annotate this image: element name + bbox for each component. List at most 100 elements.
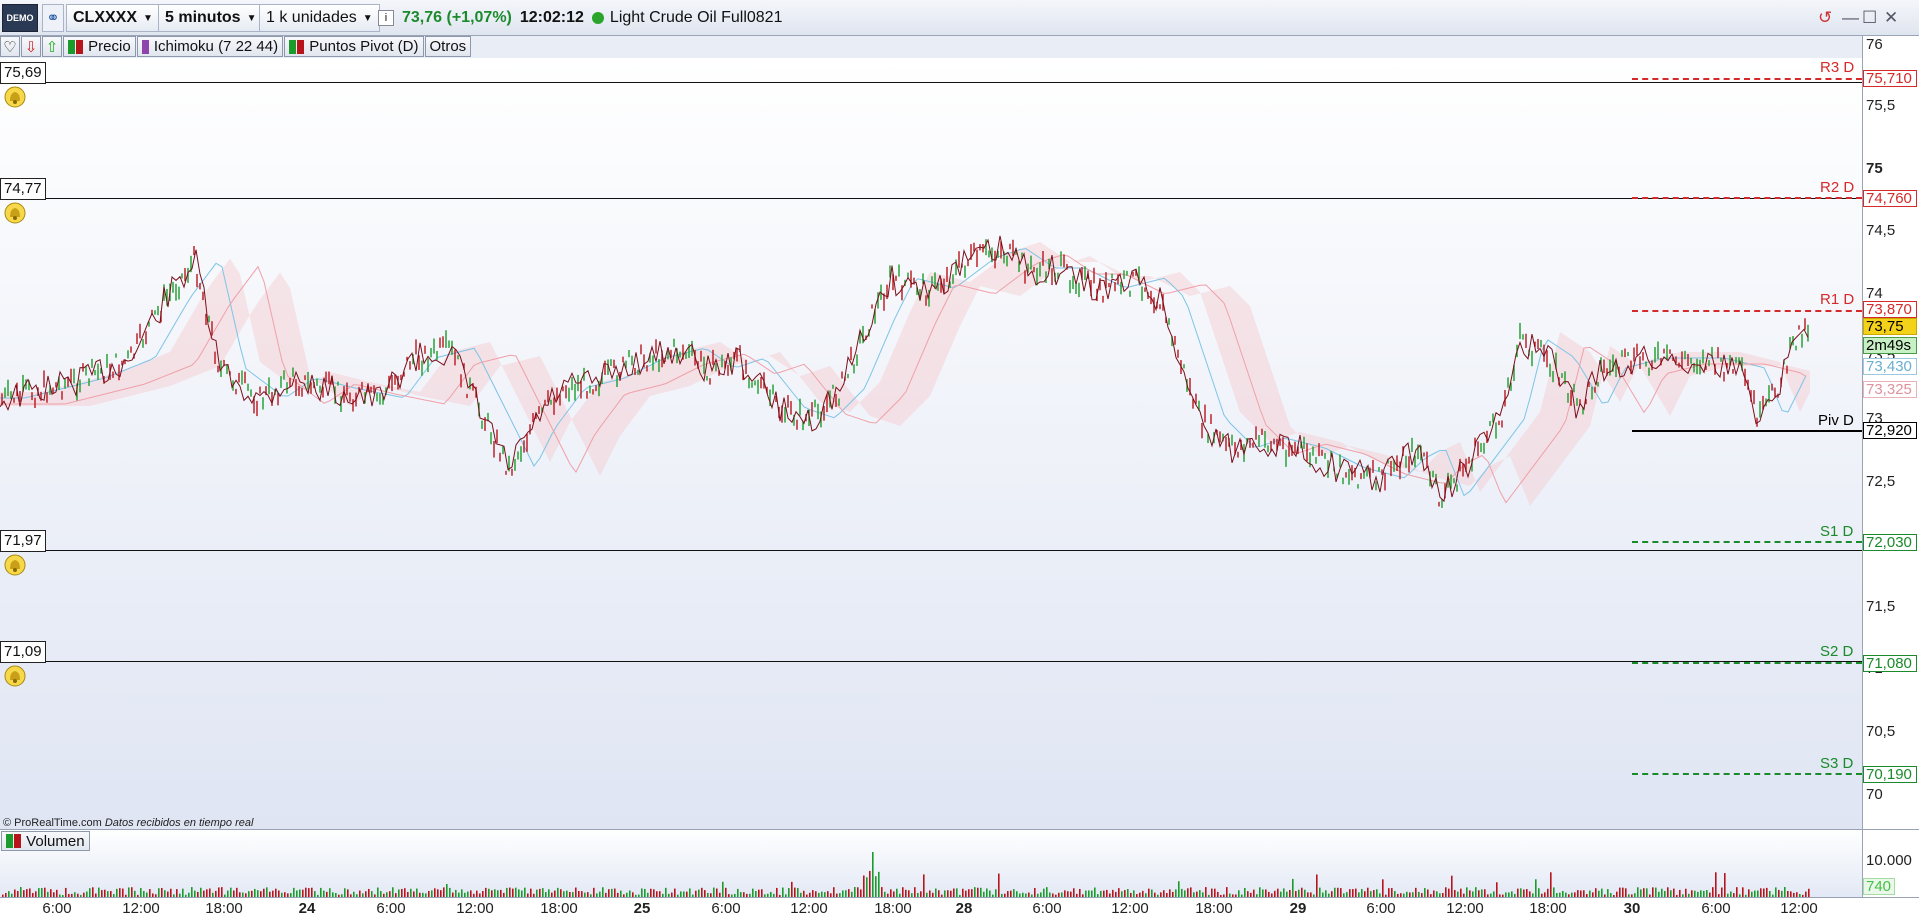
alert-line[interactable] bbox=[0, 661, 1862, 662]
volume-bar bbox=[1061, 892, 1063, 897]
volume-bar bbox=[1427, 889, 1429, 897]
volume-bar bbox=[710, 893, 712, 897]
bell-icon[interactable] bbox=[4, 86, 26, 108]
volume-bar bbox=[1538, 888, 1540, 897]
volume-bar bbox=[1241, 894, 1243, 897]
volume-bar bbox=[1013, 889, 1015, 897]
volume-bar bbox=[98, 887, 100, 897]
volume-bar bbox=[1334, 887, 1336, 897]
alert-line[interactable] bbox=[0, 82, 1862, 83]
volume-bar bbox=[1544, 892, 1546, 897]
volume-bar bbox=[134, 890, 136, 897]
volume-bar bbox=[329, 888, 331, 897]
volume-bar bbox=[677, 894, 679, 897]
volume-bar bbox=[1169, 889, 1171, 897]
volume-bar bbox=[452, 892, 454, 897]
volume-bar bbox=[1625, 888, 1627, 897]
volume-bar bbox=[887, 893, 889, 897]
volume-bar bbox=[1604, 894, 1606, 897]
volume-bar bbox=[47, 891, 49, 897]
volume-bar bbox=[353, 891, 355, 897]
bell-icon[interactable] bbox=[4, 554, 26, 576]
x-tick: 25 bbox=[633, 900, 651, 917]
volume-bar bbox=[170, 888, 172, 897]
volume-bar bbox=[899, 893, 901, 897]
volume-bar bbox=[1463, 893, 1465, 897]
volume-bar bbox=[719, 892, 721, 897]
volume-bar bbox=[341, 894, 343, 897]
volume-bar bbox=[506, 887, 508, 897]
volume-bar bbox=[587, 892, 589, 897]
volume-bar bbox=[950, 890, 952, 897]
volume-bar bbox=[974, 887, 976, 897]
volume-bar bbox=[695, 890, 697, 897]
volume-bar bbox=[1265, 889, 1267, 897]
volume-bar bbox=[713, 887, 715, 897]
volume-bar bbox=[989, 890, 991, 897]
volume-bar bbox=[914, 887, 916, 897]
volume-bar bbox=[1058, 892, 1060, 897]
volume-bar bbox=[911, 893, 913, 897]
volume-bar bbox=[956, 888, 958, 897]
x-tick: 6:00 bbox=[1366, 900, 1396, 917]
volume-bar bbox=[1535, 879, 1537, 897]
volume-bar bbox=[1064, 890, 1066, 897]
volume-bar bbox=[866, 877, 868, 897]
volume-bar bbox=[881, 887, 883, 897]
volume-bar bbox=[1448, 888, 1450, 897]
volume-bar bbox=[509, 887, 511, 897]
volume-bar bbox=[1328, 893, 1330, 897]
alert-label[interactable]: 75,69 bbox=[0, 62, 46, 84]
x-tick: 24 bbox=[298, 900, 316, 917]
volume-bar bbox=[1451, 875, 1453, 897]
volume-bar bbox=[1724, 873, 1726, 897]
alert-label[interactable]: 74,77 bbox=[0, 178, 46, 200]
volume-bar bbox=[1505, 892, 1507, 897]
volume-bar bbox=[800, 892, 802, 897]
volume-bar bbox=[209, 888, 211, 897]
volume-bar bbox=[1247, 891, 1249, 897]
alert-label[interactable]: 71,09 bbox=[0, 641, 46, 663]
volume-bar bbox=[290, 893, 292, 897]
volume-bar bbox=[1193, 892, 1195, 897]
y-tick: 70 bbox=[1866, 786, 1883, 803]
volume-bar bbox=[1676, 894, 1678, 897]
legend-volume[interactable]: Volumen bbox=[1, 831, 90, 851]
volume-bar bbox=[362, 893, 364, 897]
volume-bar bbox=[944, 890, 946, 897]
volume-bar bbox=[1280, 891, 1282, 897]
x-tick: 18:00 bbox=[540, 900, 578, 917]
volume-bar bbox=[479, 893, 481, 897]
volume-bar bbox=[1790, 891, 1792, 897]
pivot-label-r2: R2 D bbox=[1820, 179, 1855, 196]
alert-line[interactable] bbox=[0, 198, 1862, 199]
volume-bar bbox=[1367, 887, 1369, 897]
alert-line[interactable] bbox=[0, 550, 1862, 551]
volume-bar bbox=[1130, 892, 1132, 897]
volume-bar bbox=[545, 892, 547, 897]
volume-bar bbox=[1556, 893, 1558, 897]
volume-bar bbox=[1805, 891, 1807, 897]
volume-bar bbox=[917, 893, 919, 897]
volume-bar bbox=[374, 894, 376, 897]
volume-bar bbox=[497, 890, 499, 897]
volume-bar bbox=[188, 892, 190, 897]
chart-drawing bbox=[0, 235, 1810, 897]
alert-label[interactable]: 71,97 bbox=[0, 530, 46, 552]
volume-bar bbox=[305, 887, 307, 897]
volume-bar bbox=[1337, 887, 1339, 897]
volume-bar bbox=[572, 892, 574, 897]
volume-bar bbox=[1430, 894, 1432, 897]
volume-bar bbox=[377, 887, 379, 897]
volume-bar bbox=[1319, 887, 1321, 897]
volume-bar bbox=[104, 889, 106, 897]
volume-bar bbox=[1292, 878, 1294, 897]
bell-icon[interactable] bbox=[4, 202, 26, 224]
x-tick: 12:00 bbox=[1780, 900, 1818, 917]
bell-icon[interactable] bbox=[4, 665, 26, 687]
volume-bar bbox=[53, 892, 55, 897]
volume-bar bbox=[1178, 881, 1180, 897]
volume-bar bbox=[92, 887, 94, 897]
volume-bar bbox=[1436, 891, 1438, 897]
volume-bar bbox=[1244, 887, 1246, 897]
